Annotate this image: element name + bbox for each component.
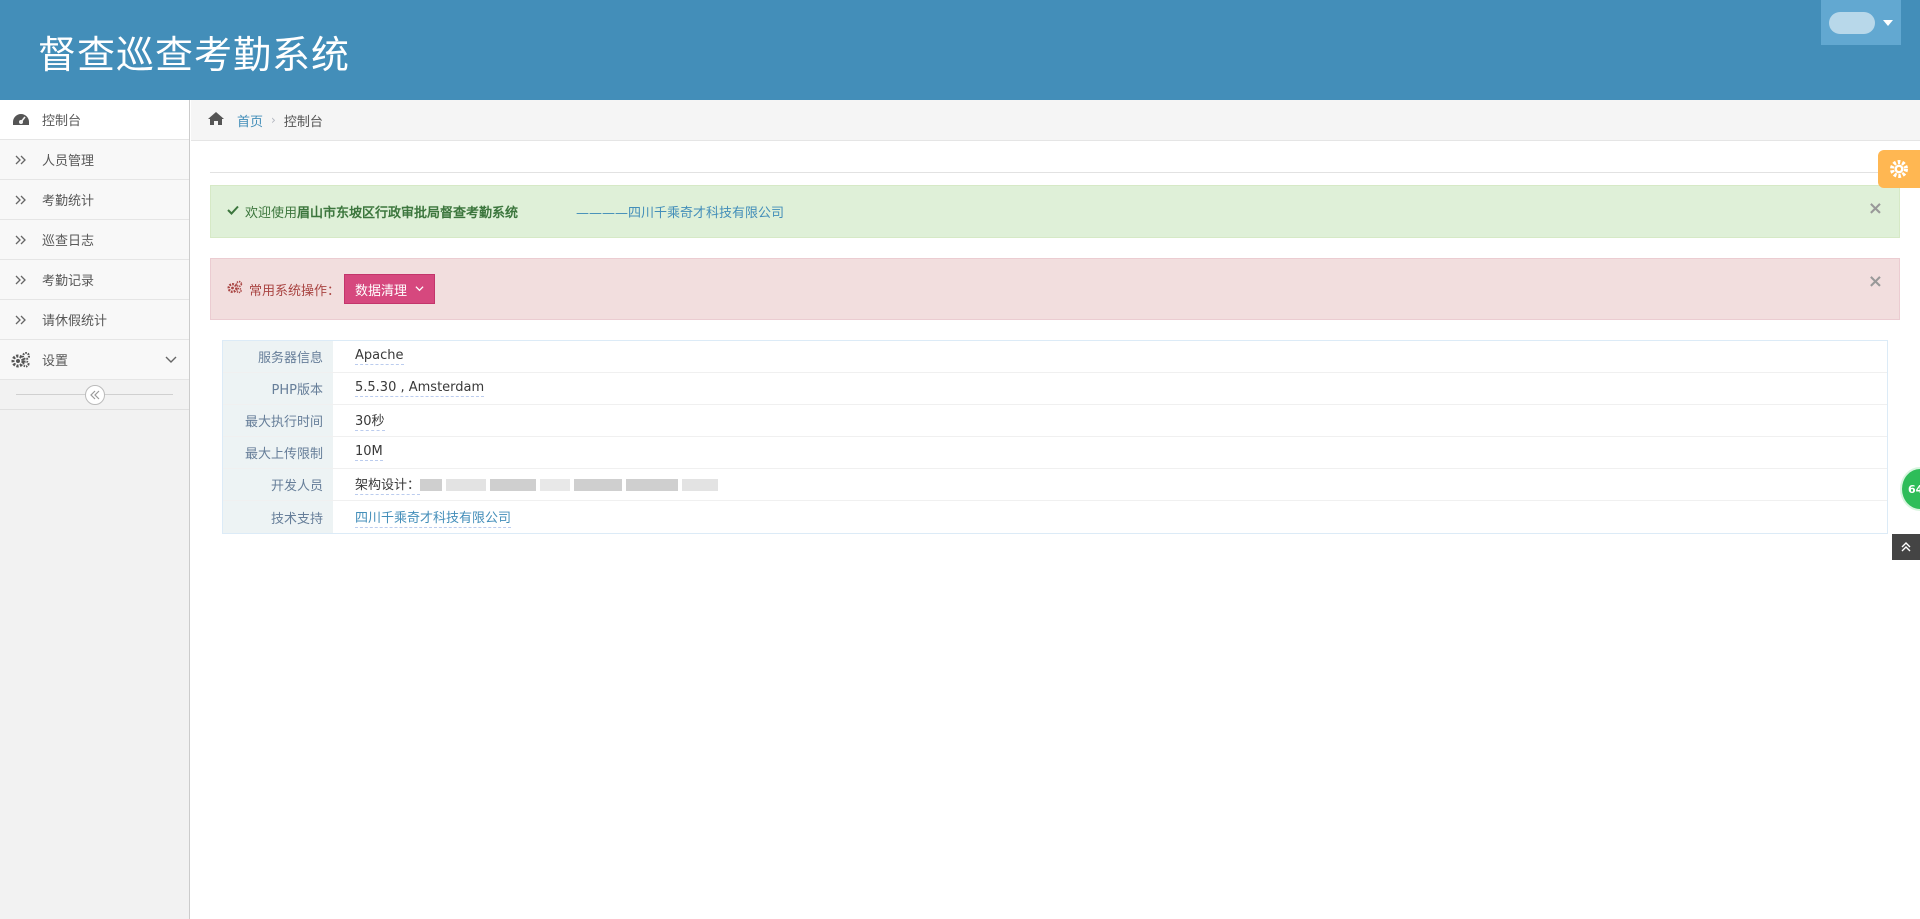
info-name: 最大执行时间	[223, 405, 333, 436]
info-value: 10M	[333, 437, 1887, 468]
user-menu-toggle[interactable]	[1821, 0, 1901, 45]
sidebar-item-label: 设置	[42, 354, 69, 369]
sidebar-item-label: 考勤统计	[42, 194, 95, 209]
operations-label: 常用系统操作：	[249, 283, 341, 299]
info-value-text[interactable]: Apache	[355, 348, 404, 365]
info-value: 5.5.30 , Amsterdam	[333, 373, 1887, 404]
welcome-prefix: 欢迎使用	[245, 206, 298, 221]
info-value: 架构设计：	[333, 469, 1887, 500]
sidebar-item-settings[interactable]: 设置	[0, 340, 189, 380]
cogs-icon	[227, 280, 243, 298]
info-value-text[interactable]: 5.5.30 , Amsterdam	[355, 380, 485, 397]
table-row: 开发人员 架构设计：	[223, 469, 1887, 501]
sidebar-collapse-button[interactable]	[85, 385, 105, 405]
info-name: 技术支持	[223, 501, 333, 533]
sidebar-item-label: 请休假统计	[42, 314, 108, 329]
data-cleanup-label: 数据清理	[355, 283, 408, 299]
double-angle-up-icon	[1901, 542, 1911, 552]
top-navbar: 督查巡查考勤系统	[0, 0, 1920, 100]
double-angle-right-icon	[10, 229, 32, 251]
floating-badge[interactable]: 64	[1900, 467, 1920, 511]
breadcrumb: 首页 › 控制台	[191, 100, 1920, 141]
double-angle-left-icon	[90, 390, 100, 400]
info-name: 开发人员	[223, 469, 333, 500]
chevron-down-icon	[415, 282, 424, 297]
avatar	[1829, 11, 1875, 34]
sidebar-item-label: 控制台	[42, 114, 82, 129]
info-value-text[interactable]: 10M	[355, 444, 383, 461]
gear-icon	[1890, 160, 1908, 178]
breadcrumb-home-link[interactable]: 首页	[237, 111, 263, 130]
table-row: 最大上传限制 10M	[223, 437, 1887, 469]
data-cleanup-button[interactable]: 数据清理	[344, 274, 436, 304]
chevron-down-icon	[165, 353, 177, 369]
home-icon	[207, 111, 225, 130]
redacted-names	[420, 477, 722, 492]
welcome-alert: 欢迎使用 眉山市东坡区行政审批局督查考勤系统 ————四川千乘奇才科技有限公司 …	[210, 185, 1900, 238]
info-value-text[interactable]: 30秒	[355, 410, 385, 431]
sidebar-item-label: 巡查日志	[42, 234, 95, 249]
breadcrumb-separator-icon: ›	[271, 113, 276, 127]
info-value: 30秒	[333, 405, 1887, 436]
operations-alert: 常用系统操作： 数据清理 ×	[210, 258, 1900, 320]
info-name: 最大上传限制	[223, 437, 333, 468]
double-angle-right-icon	[10, 309, 32, 331]
sidebar-item-dashboard[interactable]: 控制台	[0, 100, 189, 140]
info-value-text[interactable]: 架构设计：	[355, 474, 421, 495]
sidebar-collapse-row	[0, 380, 189, 410]
scroll-up-button[interactable]	[1892, 534, 1920, 560]
server-info-table: 服务器信息 Apache PHP版本 5.5.30 , Amsterdam 最大…	[222, 340, 1888, 534]
cogs-icon	[10, 349, 32, 371]
table-row: 最大执行时间 30秒	[223, 405, 1887, 437]
sidebar-item-label: 考勤记录	[42, 274, 95, 289]
info-value: Apache	[333, 341, 1887, 372]
double-angle-right-icon	[10, 189, 32, 211]
breadcrumb-current: 控制台	[283, 114, 323, 130]
app-title: 督查巡查考勤系统	[38, 33, 351, 77]
sidebar-item-label: 人员管理	[42, 154, 95, 169]
close-icon[interactable]: ×	[1868, 200, 1883, 218]
dashboard-icon	[10, 109, 32, 131]
double-angle-right-icon	[10, 149, 32, 171]
info-value: 四川千乘奇才科技有限公司	[333, 501, 1887, 533]
close-icon[interactable]: ×	[1868, 273, 1883, 291]
sidebar-item-leave-stats[interactable]: 请休假统计	[0, 300, 189, 340]
table-row: 技术支持 四川千乘奇才科技有限公司	[223, 501, 1887, 533]
ace-settings-button[interactable]	[1878, 150, 1920, 188]
sidebar-item-attendance-records[interactable]: 考勤记录	[0, 260, 189, 300]
sidebar-item-patrol-log[interactable]: 巡查日志	[0, 220, 189, 260]
sidebar-item-personnel[interactable]: 人员管理	[0, 140, 189, 180]
page-header-divider	[210, 172, 1900, 173]
double-angle-right-icon	[10, 269, 32, 291]
sidebar: 控制台 人员管理 考勤统计 巡查日志 考勤记录 请休假统计 设置	[0, 100, 190, 919]
welcome-system-name: 眉山市东坡区行政审批局督查考勤系统	[297, 206, 519, 221]
check-icon	[227, 204, 239, 219]
info-name: 服务器信息	[223, 341, 333, 372]
welcome-credit-link[interactable]: ————四川千乘奇才科技有限公司	[576, 202, 784, 221]
info-name: PHP版本	[223, 373, 333, 404]
table-row: PHP版本 5.5.30 , Amsterdam	[223, 373, 1887, 405]
table-row: 服务器信息 Apache	[223, 341, 1887, 373]
caret-down-icon	[1883, 19, 1893, 26]
tech-support-link[interactable]: 四川千乘奇才科技有限公司	[355, 507, 512, 528]
sidebar-item-attendance-stats[interactable]: 考勤统计	[0, 180, 189, 220]
